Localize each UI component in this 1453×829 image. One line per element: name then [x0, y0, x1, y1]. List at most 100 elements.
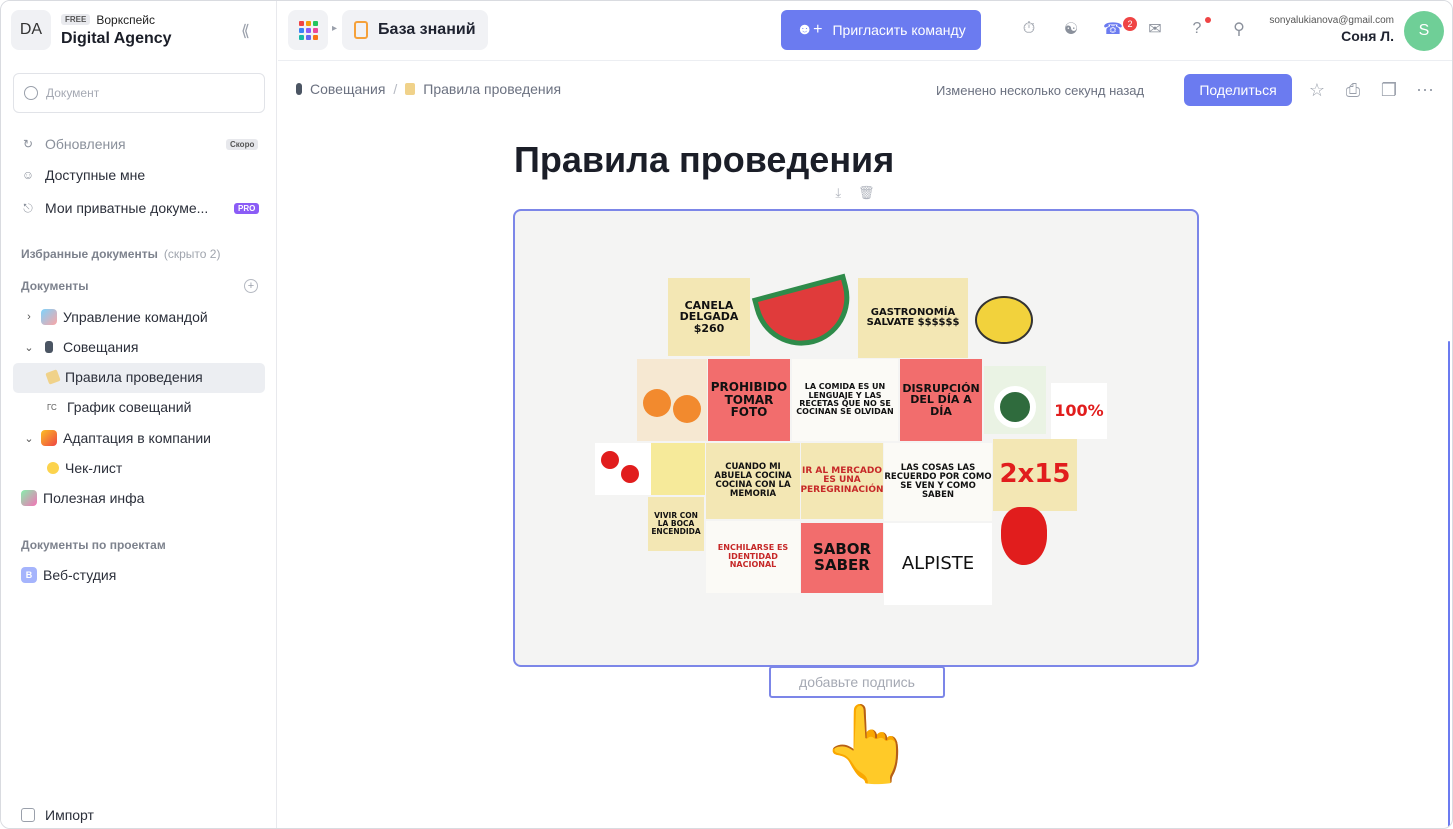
soon-badge: Скоро [226, 139, 259, 150]
image-caption-input[interactable]: добавьте подпись [769, 666, 945, 698]
download-icon[interactable]: ⤓ [835, 185, 841, 201]
knowledge-base-tab[interactable]: База знаний [342, 10, 488, 50]
chevron-down-icon[interactable]: ⌄ [23, 341, 35, 354]
art-tile: GASTRONOMÍA SALVATE $$$$$$ [858, 278, 968, 358]
search-icon [24, 86, 38, 100]
tree-item-label: Адаптация в компании [63, 430, 211, 446]
breadcrumb-item-rules[interactable]: Правила проведения [423, 81, 561, 97]
tree-item-schedule[interactable]: ГС График совещаний [47, 399, 191, 415]
art-tile: ENCHILARSE ES IDENTIDAD NACIONAL [706, 521, 800, 593]
schedule-icon-text: ГС [47, 402, 57, 412]
art-tile: DISRUPCIÓN DEL DÍA A DÍA [900, 359, 982, 441]
chevron-right-icon: ▸ [332, 23, 338, 34]
page-title[interactable]: Правила проведения [514, 139, 894, 181]
projects-section-label: Документы по проектам [21, 538, 166, 552]
strawberry-art [1001, 507, 1047, 565]
tree-item-team[interactable]: › Управление командой [23, 309, 208, 325]
top-bar: ▸ База знаний ☻+ Пригласить команду ⏱ ☯ … [278, 1, 1452, 61]
add-user-icon: ☻+ [796, 21, 823, 38]
document-icon [354, 21, 368, 39]
avatar[interactable]: S [1404, 11, 1444, 51]
art-tile: ALPISTE [884, 523, 992, 605]
art-tile: LA COMIDA ES UN LENGUAJE Y LAS RECETAS Q… [792, 359, 898, 441]
timer-icon[interactable]: ⏱ [1018, 18, 1040, 40]
art-tile: SABOR SABER [801, 523, 883, 593]
workspace-switcher[interactable]: DA FREE Воркспейс Digital Agency [11, 9, 172, 51]
sidebar-item-private[interactable]: ⎋ Мои приватные докуме... [21, 200, 208, 216]
sidebar: DA FREE Воркспейс Digital Agency ⟪ Докум… [1, 1, 277, 828]
app-window: DA FREE Воркспейс Digital Agency ⟪ Докум… [0, 0, 1453, 829]
tree-item-label: График совещаний [67, 399, 192, 415]
import-icon [21, 808, 35, 822]
chevron-right-icon[interactable]: › [23, 311, 35, 323]
favorites-section[interactable]: Избранные документы (скрыто 2) [21, 247, 220, 261]
art-tile: VIVIR CON LA BOCA ENCENDIDA [648, 497, 704, 551]
tree-item-rules[interactable]: Правила проведения [45, 369, 203, 385]
pointing-hand-icon: 👆 [821, 702, 916, 787]
star-icon[interactable]: ☆ [1306, 79, 1328, 101]
search-placeholder: Документ [46, 86, 100, 100]
share-button[interactable]: Поделиться [1184, 74, 1292, 106]
pro-badge: PRO [234, 203, 260, 214]
workspace-label: Воркспейс [96, 12, 155, 27]
documents-section-label: Документы [21, 279, 89, 293]
invite-team-button[interactable]: ☻+ Пригласить команду [781, 10, 981, 50]
bell-icon[interactable]: ☎ [1102, 18, 1124, 40]
art-tile: CUANDO MI ABUELA COCINA COCINA CON LA ME… [706, 443, 800, 519]
note-icon [405, 83, 416, 95]
scrollbar[interactable] [1448, 341, 1450, 828]
art-tile: PROHIBIDO TOMAR FOTO [708, 359, 790, 441]
art-tile: 100% [1051, 383, 1107, 439]
workspace-avatar: DA [11, 10, 51, 50]
microphone-icon [296, 83, 302, 95]
note-icon [45, 369, 61, 385]
favorites-hidden-count: (скрыто 2) [163, 247, 221, 261]
image-toolbar: ⤓ 🗑 [827, 181, 883, 205]
copy-icon[interactable]: ❐ [1378, 79, 1400, 101]
art-tile: IR AL MERCADO ES UNA PEREGRINACIÓN [801, 443, 883, 519]
sidebar-item-shared[interactable]: ☺ Доступные мне [21, 167, 145, 183]
import-button[interactable]: Импорт [21, 807, 94, 823]
tree-item-label: Чек-лист [65, 460, 123, 476]
onboarding-emoji-icon [41, 430, 57, 446]
help-unread-dot [1205, 17, 1211, 23]
trash-icon[interactable]: 🗑 [858, 185, 875, 201]
apps-grid-button[interactable] [288, 10, 328, 50]
tree-item-useful[interactable]: Полезная инфа [21, 490, 144, 506]
art-tile: CANELA DELGADA $260 [668, 278, 750, 356]
sidebar-item-updates[interactable]: ↻ Обновления [21, 136, 126, 152]
user-icon: ☺ [21, 168, 35, 182]
last-modified-status: Изменено несколько секунд назад [936, 83, 1145, 98]
collapse-sidebar-icon[interactable]: ⟪ [241, 21, 250, 41]
tree-item-onboarding[interactable]: ⌄ Адаптация в компании [23, 430, 211, 446]
team-icon[interactable]: ☯ [1060, 18, 1082, 40]
breadcrumb: Совещания / Правила проведения [296, 81, 561, 97]
lock-icon: ⎋ [23, 200, 33, 215]
favorites-label: Избранные документы [21, 247, 158, 261]
workspace-name: Digital Agency [61, 29, 172, 47]
user-email: sonyalukianova@gmail.com [1269, 15, 1394, 26]
tree-item-meetings[interactable]: ⌄ Совещания [23, 339, 138, 355]
project-badge-icon: В [21, 567, 37, 583]
breadcrumb-item-meetings[interactable]: Совещания [310, 81, 385, 97]
tree-item-label: Правила проведения [65, 369, 203, 385]
project-item-webstudio[interactable]: В Веб-студия [21, 567, 116, 583]
bananas-art [651, 443, 705, 495]
notification-count-badge: 2 [1123, 17, 1137, 31]
plan-badge: FREE [61, 14, 91, 25]
art-tile: 2x15 [993, 439, 1077, 511]
chat-icon[interactable]: ✉ [1144, 18, 1166, 40]
search-icon[interactable]: ⚲ [1228, 18, 1250, 40]
pineapple-art [975, 296, 1033, 344]
chevron-down-icon[interactable]: ⌄ [23, 432, 35, 445]
embedded-image[interactable]: CANELA DELGADA $260 GASTRONOMÍA SALVATE … [513, 209, 1199, 667]
import-label: Импорт [45, 807, 94, 823]
document-search-input[interactable]: Документ [13, 73, 265, 113]
user-name[interactable]: Соня Л. [1341, 28, 1394, 44]
add-document-icon[interactable]: + [244, 279, 258, 293]
sidebar-item-label: Мои приватные докуме... [45, 200, 209, 216]
lemon-icon [47, 462, 59, 474]
more-icon[interactable]: ⋯ [1414, 79, 1436, 101]
print-icon[interactable]: ⎙ [1342, 79, 1364, 101]
tree-item-checklist[interactable]: Чек-лист [47, 460, 122, 476]
